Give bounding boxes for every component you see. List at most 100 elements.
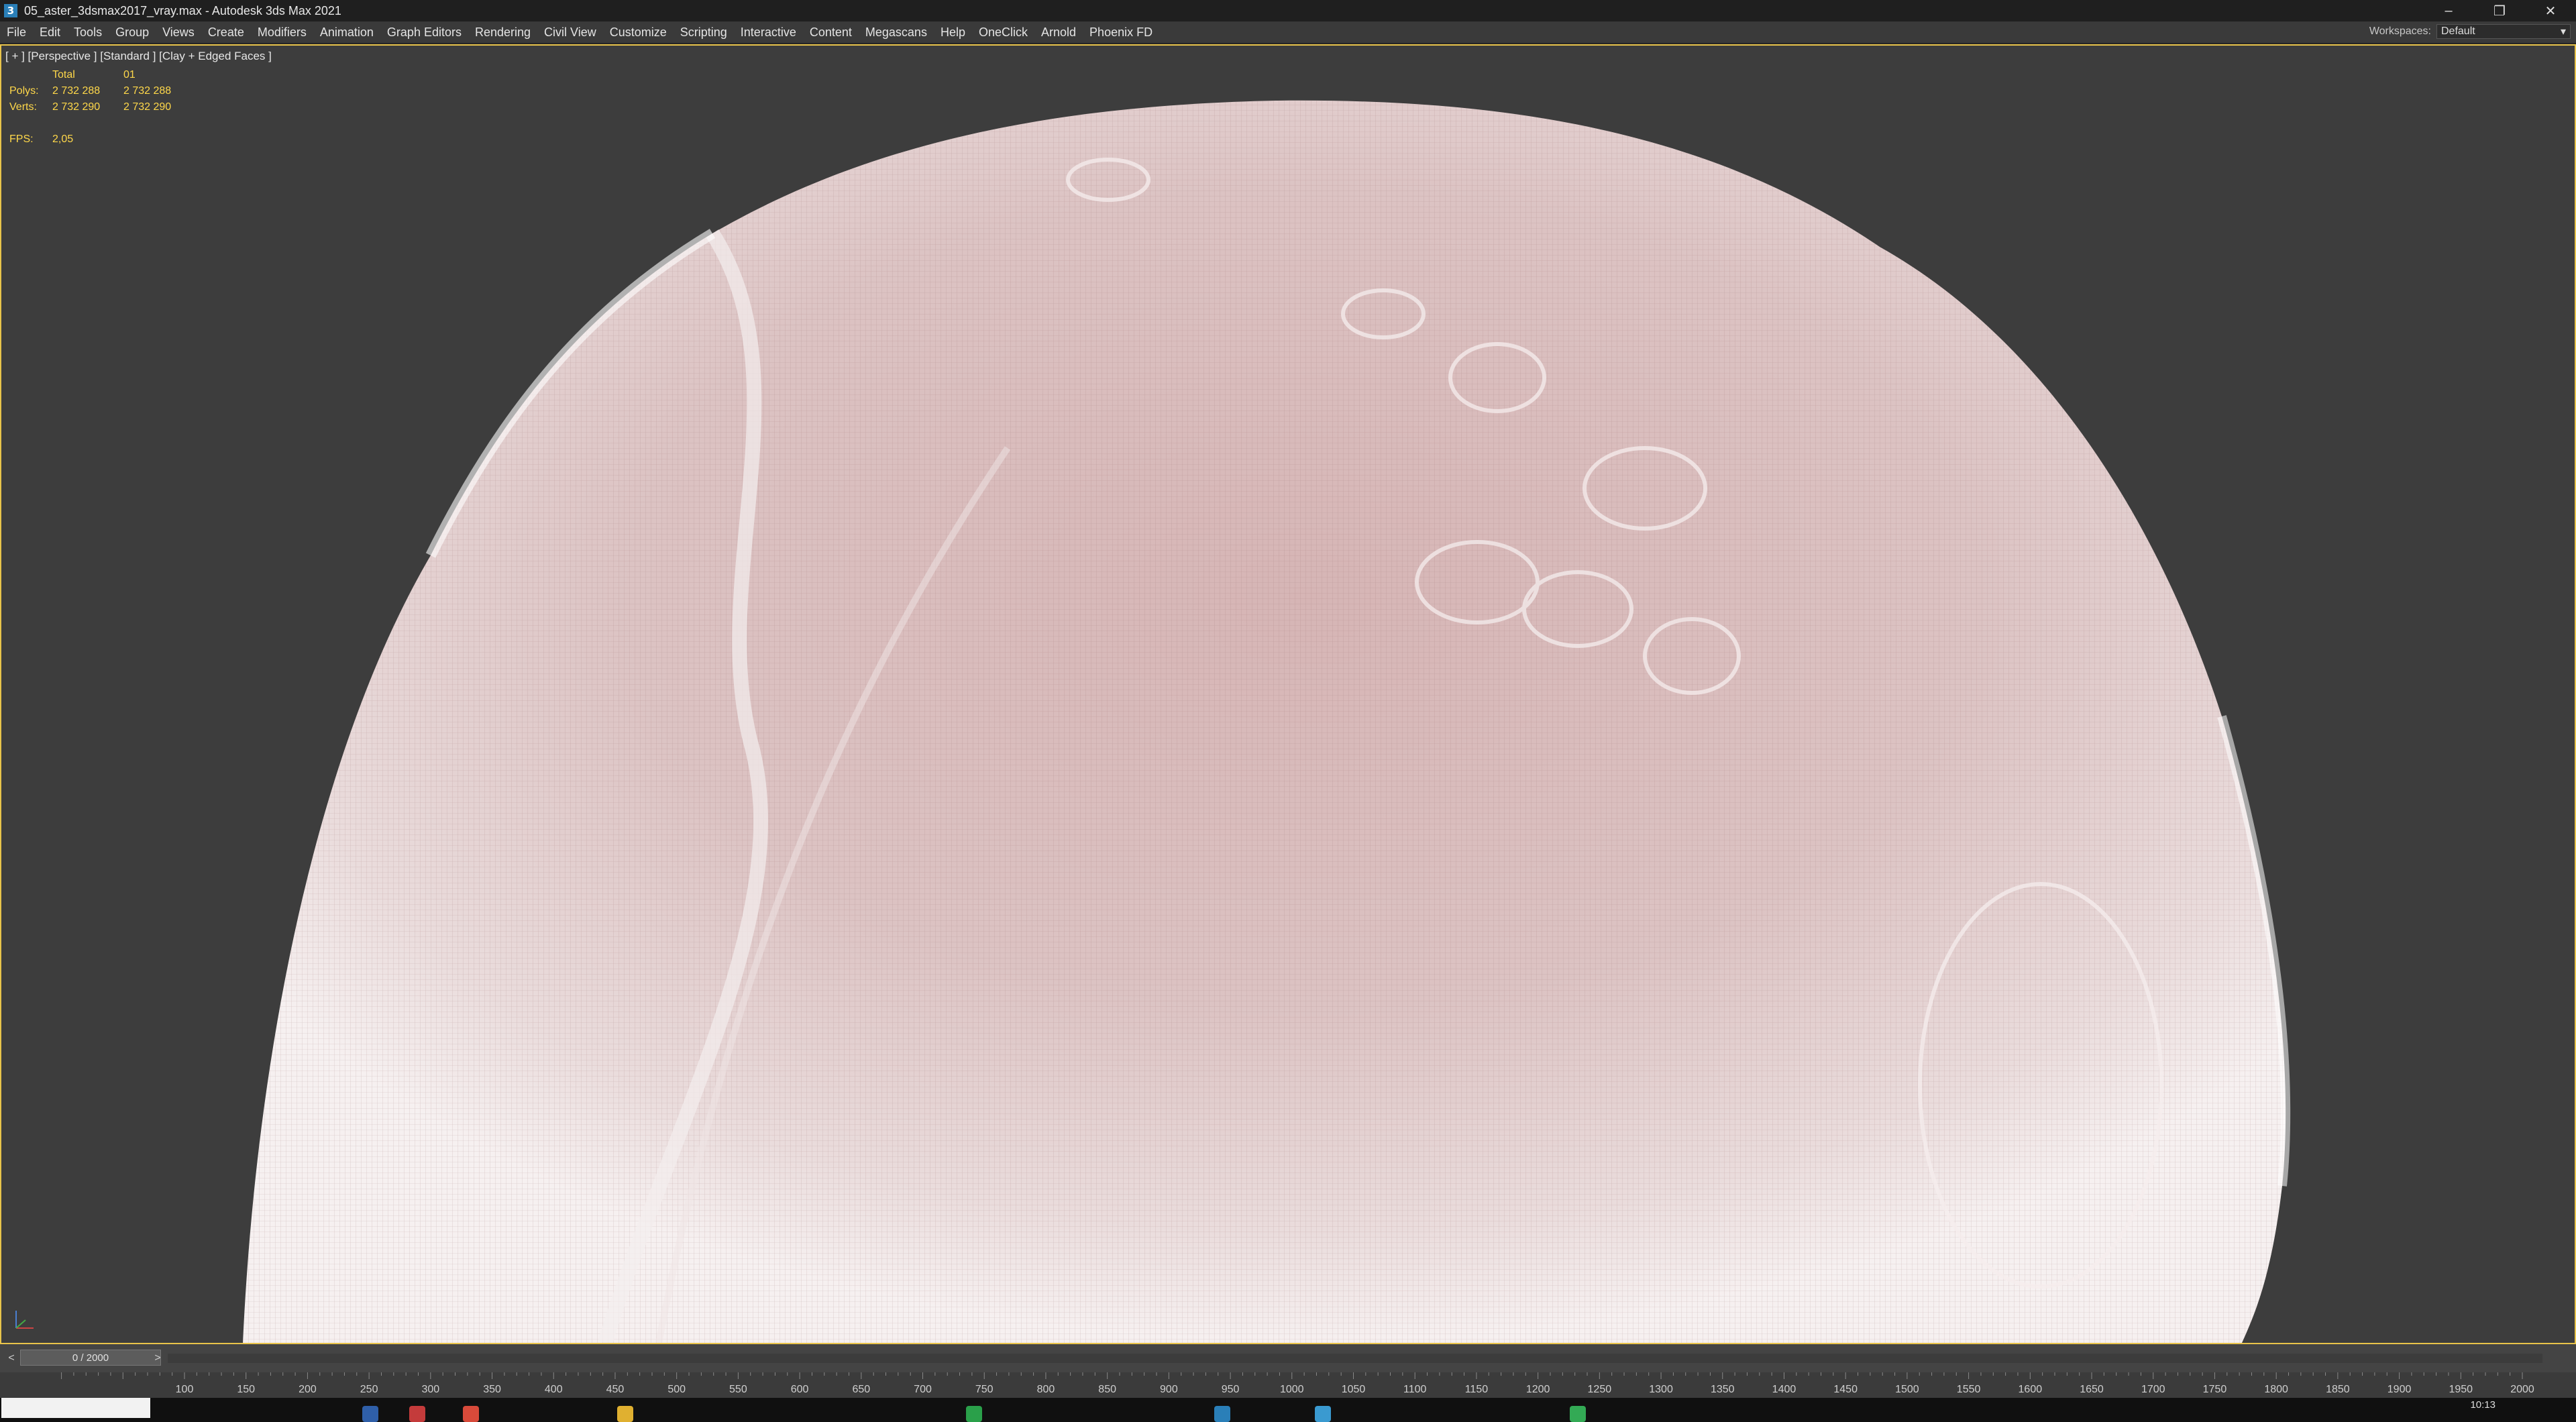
ruler-label: 100: [176, 1384, 194, 1395]
statistics-overlay: Total 01 Polys: 2 732 288 2 732 288 Verts: 2…: [9, 67, 171, 148]
ruler-label: 1550: [1957, 1384, 1981, 1395]
ruler-label: 1650: [2080, 1384, 2104, 1395]
ruler-label: 650: [852, 1384, 870, 1395]
ruler-label: 1800: [2264, 1384, 2288, 1395]
perspective-viewport[interactable]: [ + ] [Perspective ] [Standard ] [Clay +…: [0, 44, 2576, 1344]
ruler-label: 800: [1037, 1384, 1055, 1395]
app-icon-7[interactable]: [1570, 1406, 1586, 1422]
polys-object: 2 732 288: [123, 85, 172, 97]
ruler-ticks: 100 150 200 250 300 350 400 450 500 550 600 650 700 7…: [61, 1372, 2534, 1395]
ruler-label: 200: [299, 1384, 317, 1395]
ruler-label: 750: [975, 1384, 994, 1395]
menu-megascans[interactable]: Megascans: [859, 21, 934, 43]
title-bar: 3 05_aster_3dsmax2017_vray.max - Autodes…: [0, 0, 2576, 21]
time-slider[interactable]: 0 / 2000: [20, 1350, 161, 1366]
verts-object: 2 732 290: [123, 101, 172, 113]
polys-total: 2 732 288: [52, 85, 101, 97]
ruler-label: 900: [1160, 1384, 1178, 1395]
app-icon: 3: [4, 4, 17, 17]
app-icon-2[interactable]: [409, 1406, 425, 1422]
workspace-select[interactable]: Default ▾: [2436, 24, 2571, 39]
ruler-label: 1700: [2141, 1384, 2165, 1395]
menu-graph-editors[interactable]: Graph Editors: [380, 21, 468, 43]
ruler-label: 1450: [1833, 1384, 1858, 1395]
menu-arnold[interactable]: Arnold: [1034, 21, 1083, 43]
ruler-label: 500: [667, 1384, 686, 1395]
arrow-right-icon[interactable]: >: [150, 1350, 165, 1367]
ruler-label: 550: [729, 1384, 747, 1395]
verts-total: 2 732 290: [52, 101, 101, 113]
menu-create[interactable]: Create: [201, 21, 251, 43]
ruler-label: 950: [1222, 1384, 1240, 1395]
ruler-label: 1000: [1280, 1384, 1304, 1395]
ruler-label: 1950: [2449, 1384, 2473, 1395]
time-slider-bar: < 0 / 2000 >: [0, 1344, 2576, 1372]
menu-file[interactable]: File: [0, 21, 33, 43]
workspaces-control: Workspaces: Default ▾: [2369, 24, 2571, 39]
menu-edit[interactable]: Edit: [33, 21, 67, 43]
ruler-label: 1500: [1895, 1384, 1919, 1395]
menu-rendering[interactable]: Rendering: [468, 21, 537, 43]
asteroid-mesh: [243, 100, 2291, 1343]
ruler-label: 350: [483, 1384, 501, 1395]
app-icon-4[interactable]: [617, 1406, 633, 1422]
ruler-label: 1200: [1526, 1384, 1550, 1395]
close-button[interactable]: ✕: [2525, 0, 2576, 21]
menu-help[interactable]: Help: [934, 21, 972, 43]
ruler-label: 1400: [1772, 1384, 1796, 1395]
time-track[interactable]: [168, 1354, 2542, 1363]
menu-bar: File Edit Tools Group Views Create Modif…: [0, 21, 2576, 44]
verts-label: Verts:: [9, 101, 37, 113]
ruler-label: 2000: [2510, 1384, 2534, 1395]
ruler-label: 850: [1098, 1384, 1116, 1395]
menu-views[interactable]: Views: [156, 21, 201, 43]
fps-label: FPS:: [9, 133, 34, 145]
ruler-label: 1150: [1465, 1384, 1489, 1395]
ruler-label: 1100: [1403, 1384, 1427, 1395]
app-icon-1[interactable]: [362, 1406, 378, 1422]
menu-modifiers[interactable]: Modifiers: [251, 21, 313, 43]
restore-button[interactable]: ❐: [2474, 0, 2525, 21]
app-icon-6[interactable]: [1315, 1406, 1331, 1422]
menu-phoenix-fd[interactable]: Phoenix FD: [1083, 21, 1159, 43]
menu-customize[interactable]: Customize: [603, 21, 674, 43]
ruler-label: 1350: [1711, 1384, 1735, 1395]
menu-animation[interactable]: Animation: [313, 21, 380, 43]
menu-group[interactable]: Group: [109, 21, 156, 43]
windows-taskbar: 10:13: [0, 1398, 2576, 1422]
minimize-button[interactable]: –: [2423, 0, 2474, 21]
stats-header-total: Total: [52, 69, 75, 80]
3dsmax-taskbar-icon[interactable]: [1214, 1406, 1230, 1422]
ruler-label: 1600: [2019, 1384, 2043, 1395]
stats-header-object: 01: [123, 69, 136, 80]
ruler-label: 1750: [2203, 1384, 2227, 1395]
menu-interactive[interactable]: Interactive: [734, 21, 803, 43]
menu-tools[interactable]: Tools: [67, 21, 109, 43]
track-bar-ruler[interactable]: 100 150 200 250 300 350 400 450 500 550 600 650 700 7…: [0, 1372, 2576, 1398]
ruler-label: 700: [914, 1384, 932, 1395]
arrow-left-icon[interactable]: <: [4, 1350, 19, 1367]
app-icon-3[interactable]: [463, 1406, 479, 1422]
axis-gizmo-icon: [15, 1311, 34, 1329]
menu-content[interactable]: Content: [803, 21, 859, 43]
workspace-value: Default: [2441, 25, 2475, 37]
app-icon-5[interactable]: [966, 1406, 982, 1422]
ruler-label: 1250: [1588, 1384, 1612, 1395]
menu-oneclick[interactable]: OneClick: [972, 21, 1034, 43]
ruler-label: 250: [360, 1384, 378, 1395]
taskbar-clock: 10:13: [2470, 1399, 2496, 1411]
ruler-label: 600: [791, 1384, 809, 1395]
menu-scripting[interactable]: Scripting: [674, 21, 734, 43]
ruler-label: 1900: [2387, 1384, 2412, 1395]
ruler-label: 400: [545, 1384, 563, 1395]
viewport-label[interactable]: [ + ] [Perspective ] [Standard ] [Clay +…: [5, 50, 272, 63]
window-title: 05_aster_3dsmax2017_vray.max - Autodesk …: [24, 3, 341, 17]
menu-civil-view[interactable]: Civil View: [537, 21, 603, 43]
ruler-label: 300: [421, 1384, 439, 1395]
ruler-label: 150: [237, 1384, 255, 1395]
polys-label: Polys:: [9, 85, 39, 97]
ruler-label: 1050: [1342, 1384, 1366, 1395]
taskbar-preview-thumbnail[interactable]: [1, 1398, 150, 1418]
ruler-label: 450: [606, 1384, 625, 1395]
ruler-label: 1300: [1649, 1384, 1673, 1395]
